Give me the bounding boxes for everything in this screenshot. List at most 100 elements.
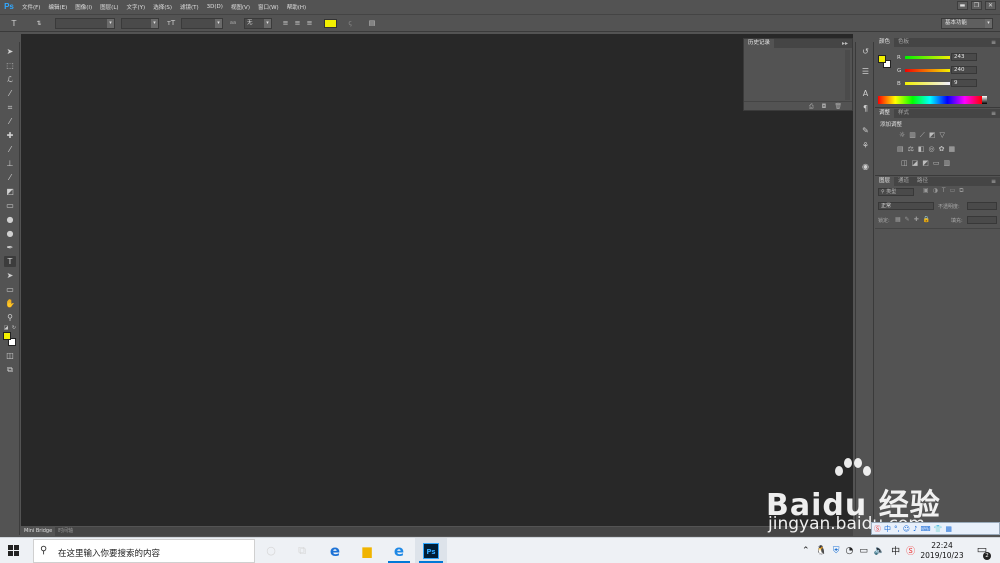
volume-tray-icon[interactable]: 🔈 <box>874 546 885 556</box>
warp-text-icon[interactable]: ꞔ <box>345 18 355 29</box>
ime-chinese-icon[interactable]: 中 <box>884 524 891 534</box>
cortana-icon[interactable]: ○ <box>262 542 280 560</box>
layer-filter-icons[interactable]: ▣◑T▭⧉ <box>923 187 968 195</box>
lock-icons[interactable]: ▦✎✚🔒 <box>895 216 934 223</box>
qq-tray-icon[interactable]: 🐧 <box>816 546 827 556</box>
text-orientation-icon[interactable]: ⇅ <box>34 18 44 29</box>
minimize-button[interactable]: ▬ <box>957 1 968 10</box>
menu-window[interactable]: 窗口(W) <box>254 3 283 11</box>
tab-adjustments[interactable]: 调整 <box>875 109 895 118</box>
ime-emoji-icon[interactable]: ☺ <box>903 525 910 533</box>
tray-chevron-icon[interactable]: ⌃ <box>802 546 810 556</box>
move-tool-icon[interactable]: ➤ <box>4 46 16 57</box>
crop-tool-icon[interactable]: ⌗ <box>4 102 16 113</box>
menu-layer[interactable]: 图层(L) <box>96 3 122 11</box>
green-value-field[interactable]: 240 <box>951 66 977 74</box>
color-fg-swatch[interactable] <box>878 55 886 63</box>
exposure-icon[interactable]: ◩ <box>929 131 936 140</box>
ime-logo-icon[interactable]: Ⓢ <box>874 524 881 534</box>
task-view-icon[interactable]: ⧉ <box>293 542 311 560</box>
clone-source-dock-icon[interactable]: ⚘ <box>860 140 871 151</box>
brush-dock-icon[interactable]: ✎ <box>860 125 871 136</box>
ime-keyboard-icon[interactable]: ⌨ <box>921 525 931 533</box>
rectangle-tool-icon[interactable]: ▭ <box>4 284 16 295</box>
red-slider[interactable] <box>905 56 950 59</box>
lasso-tool-icon[interactable]: ℒ <box>4 74 16 85</box>
workspace-select[interactable]: 基本功能 ▾ <box>941 18 993 29</box>
ime-tray-icon[interactable]: 中 <box>891 544 900 557</box>
history-brush-tool-icon[interactable]: ⁄ <box>4 172 16 183</box>
threshold-icon[interactable]: ◩ <box>922 159 929 167</box>
windows-start-icon[interactable] <box>8 545 20 557</box>
color-spectrum-bar[interactable] <box>878 96 987 104</box>
text-tool-preset-icon[interactable]: T <box>8 18 20 29</box>
new-snapshot-icon[interactable]: ◘ <box>822 102 827 110</box>
layer-filter-kind-select[interactable]: ⚲ 类型 <box>878 188 914 196</box>
history-dock-icon[interactable]: ↺ <box>860 46 871 57</box>
tab-styles[interactable]: 样式 <box>894 109 913 118</box>
menu-filter[interactable]: 滤镜(T) <box>176 3 203 11</box>
opacity-field[interactable] <box>967 202 997 210</box>
posterize-icon[interactable]: ◪ <box>912 159 919 167</box>
screen-mode-icon[interactable]: ⧉ <box>4 364 16 375</box>
type-tool-icon[interactable]: T <box>4 256 16 267</box>
canvas-area[interactable] <box>21 34 853 526</box>
hand-tool-icon[interactable]: ✋ <box>4 298 16 309</box>
align-center-icon[interactable]: ≡ <box>293 18 302 29</box>
panel-menu-icon[interactable]: ≡ <box>991 38 996 47</box>
color-lookup-icon[interactable]: ▦ <box>949 145 956 153</box>
fill-field[interactable] <box>967 216 997 224</box>
gradient-tool-icon[interactable]: ▭ <box>4 200 16 211</box>
swap-colors-icon[interactable]: ↻ <box>10 323 18 334</box>
menu-view[interactable]: 视图(V) <box>227 3 254 11</box>
path-select-tool-icon[interactable]: ➤ <box>4 270 16 281</box>
close-button[interactable]: ✕ <box>985 1 996 10</box>
blue-value-field[interactable]: 9 <box>951 79 977 87</box>
paragraph-dock-icon[interactable]: ¶ <box>860 103 871 114</box>
menu-edit[interactable]: 编辑(E) <box>44 3 71 11</box>
align-left-icon[interactable]: ≡ <box>281 18 290 29</box>
photoshop-taskbar-icon[interactable]: Ps <box>423 543 439 559</box>
file-explorer-icon[interactable]: ▆ <box>358 542 376 560</box>
dodge-tool-icon[interactable]: ● <box>4 228 16 239</box>
tab-history[interactable]: 历史记录 <box>744 39 775 48</box>
panel-menu-icon[interactable]: ≡ <box>991 109 996 118</box>
menu-help[interactable]: 帮助(H) <box>283 3 310 11</box>
ie-browser-icon[interactable]: e <box>390 542 408 560</box>
photo-filter-icon[interactable]: ◎ <box>929 145 935 153</box>
marquee-tool-icon[interactable]: ⬚ <box>4 60 16 71</box>
tab-mini-bridge[interactable]: Mini Bridge <box>21 527 56 536</box>
menu-type[interactable]: 文字(Y) <box>123 3 150 11</box>
curves-icon[interactable]: ⟋ <box>920 131 925 140</box>
quick-select-tool-icon[interactable]: ⁄ <box>4 88 16 99</box>
levels-icon[interactable]: ▥ <box>909 131 916 140</box>
font-style-select[interactable]: ▾ <box>121 18 159 29</box>
tab-color[interactable]: 颜色 <box>875 38 895 47</box>
ime-skin-icon[interactable]: 👕 <box>934 525 943 533</box>
foreground-color-swatch[interactable] <box>3 332 11 340</box>
menu-image[interactable]: 图像(I) <box>71 3 96 11</box>
vibrance-icon[interactable]: ▽ <box>939 131 944 140</box>
tab-channels[interactable]: 通道 <box>894 177 913 186</box>
pen-tool-icon[interactable]: ✒ <box>4 242 16 253</box>
network-tray-icon[interactable]: ◔ <box>846 546 854 556</box>
new-document-from-state-icon[interactable]: ⎙ <box>809 102 814 110</box>
menu-3d[interactable]: 3D(D) <box>203 4 227 10</box>
ime-tools-icon[interactable]: ▦ <box>945 525 952 533</box>
hue-saturation-icon[interactable]: ▤ <box>897 145 904 153</box>
tab-timeline[interactable]: 时间轴 <box>55 527 76 536</box>
zoom-tool-icon[interactable]: ⚲ <box>4 312 16 323</box>
tab-swatches[interactable]: 色板 <box>894 38 913 47</box>
invert-icon[interactable]: ◫ <box>901 159 908 167</box>
healing-brush-tool-icon[interactable]: ✚ <box>4 130 16 141</box>
ime-punct-icon[interactable]: °, <box>894 525 900 533</box>
align-right-icon[interactable]: ≡ <box>305 18 314 29</box>
history-scrollbar[interactable] <box>845 50 850 100</box>
taskbar-clock[interactable]: 22:24 2019/10/23 <box>912 541 972 561</box>
selective-color-icon[interactable]: ▥ <box>944 159 951 167</box>
green-slider[interactable] <box>905 69 950 72</box>
battery-tray-icon[interactable]: ▭ <box>859 546 868 556</box>
info-dock-icon[interactable]: ◉ <box>860 161 871 172</box>
text-color-swatch[interactable] <box>324 19 337 28</box>
taskbar-search-box[interactable]: ⚲ 在这里输入你要搜索的内容 <box>33 539 255 563</box>
